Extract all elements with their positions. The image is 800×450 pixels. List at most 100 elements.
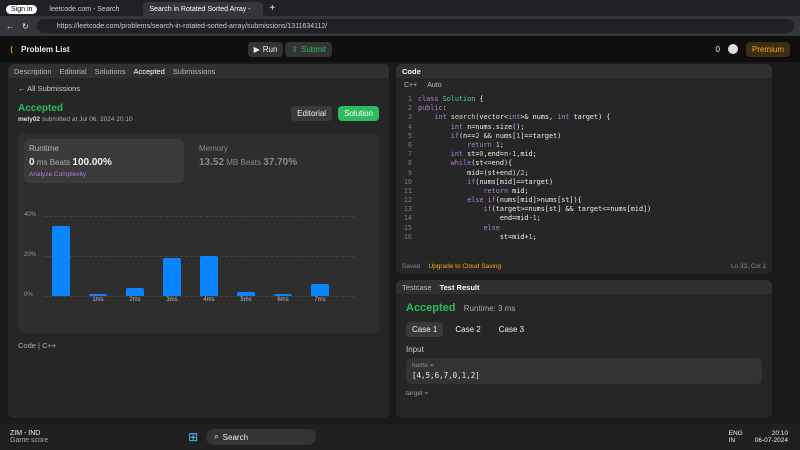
all-submissions-link[interactable]: ← All Submissions bbox=[18, 84, 379, 93]
clock-time[interactable]: 20:10 bbox=[755, 430, 788, 437]
new-tab-icon[interactable]: + bbox=[269, 3, 275, 14]
saved-status: Saved bbox=[402, 263, 421, 270]
code-line[interactable]: 2 public: bbox=[396, 104, 772, 113]
left-tab-bar: Description Editorial Solutions Accepted… bbox=[8, 64, 389, 78]
sign-in-label: Sign in bbox=[6, 4, 38, 14]
weather-sub: Game score bbox=[10, 437, 49, 444]
result-tab-bar: Testcase Test Result bbox=[396, 280, 772, 294]
tab-testcase[interactable]: Testcase bbox=[402, 283, 432, 292]
runtime-bar[interactable] bbox=[163, 258, 181, 296]
submitted-time: submitted at Jul 06, 2024 20:10 bbox=[41, 116, 133, 123]
nums-value: [4,5,6,7,0,1,2] bbox=[412, 371, 480, 380]
code-line[interactable]: 15 else bbox=[396, 224, 772, 233]
tab-accepted[interactable]: Accepted bbox=[133, 67, 164, 76]
tab-description[interactable]: Description bbox=[14, 67, 52, 76]
reload-icon[interactable]: ↻ bbox=[22, 22, 29, 31]
leetcode-toolbar: ⟨ Problem List ▶ Run ⇪ Submit 0 Premium bbox=[0, 36, 800, 62]
submit-label: Submit bbox=[301, 44, 327, 54]
all-subs-label: All Submissions bbox=[27, 84, 81, 93]
weather-title[interactable]: ZIM - IND bbox=[10, 430, 48, 437]
y-tick-label: 0% bbox=[24, 292, 33, 298]
code-line[interactable]: 12 else if(nums[mid]>nums[st]){ bbox=[396, 196, 772, 205]
run-button[interactable]: ▶ Run bbox=[247, 41, 284, 57]
code-line[interactable]: 8 while(st<=end){ bbox=[396, 159, 772, 168]
code-line[interactable]: 6 return 1; bbox=[396, 141, 772, 150]
code-language: C++ bbox=[42, 341, 57, 350]
y-tick-label: 40% bbox=[24, 212, 37, 218]
case-2-tab[interactable]: Case 2 bbox=[449, 322, 486, 337]
tab-problem[interactable]: Search in Rotated Sorted Array - bbox=[143, 2, 264, 16]
tab-label: leetcode.com - Search bbox=[49, 5, 120, 13]
language-select[interactable]: C++ bbox=[404, 82, 417, 89]
auto-toggle[interactable]: Auto bbox=[427, 82, 441, 89]
runtime-label: Runtime bbox=[29, 144, 59, 153]
code-line[interactable]: 16 st=mid+1; bbox=[396, 233, 772, 242]
runtime-bar[interactable] bbox=[200, 256, 218, 296]
runtime-bar[interactable] bbox=[311, 284, 329, 296]
code-line[interactable]: 1 class Solution { bbox=[396, 95, 772, 104]
runtime-bar[interactable] bbox=[237, 292, 255, 296]
runtime-beats: 100.00% bbox=[72, 157, 112, 168]
tab-editorial[interactable]: Editorial bbox=[60, 67, 87, 76]
windows-start-icon[interactable]: ⊞ bbox=[188, 430, 198, 444]
runtime-bar[interactable] bbox=[274, 294, 292, 296]
x-tick-label: 3ms bbox=[166, 297, 178, 303]
stats-card: Runtime 0 ms Beats 100.00% Analyze Compl… bbox=[18, 133, 379, 333]
runtime-bar[interactable] bbox=[126, 288, 144, 296]
runtime-bar[interactable] bbox=[52, 226, 70, 296]
code-line[interactable]: 4 int n=nums.size(); bbox=[396, 123, 772, 132]
upgrade-link[interactable]: Upgrade to Cloud Saving bbox=[428, 263, 501, 270]
tab-leetcode-search[interactable]: leetcode.com - Search bbox=[43, 2, 143, 16]
x-tick-label: 7ms bbox=[314, 297, 326, 303]
tab-solutions[interactable]: Solutions bbox=[95, 67, 126, 76]
submission-panel: Description Editorial Solutions Accepted… bbox=[8, 64, 389, 418]
run-label: Run bbox=[262, 44, 278, 54]
analyze-link[interactable]: Analyze Complexity bbox=[29, 171, 179, 178]
tab-test-result[interactable]: Test Result bbox=[440, 283, 480, 292]
code-line[interactable]: 11 return mid; bbox=[396, 187, 772, 196]
tab-submissions[interactable]: Submissions bbox=[173, 67, 216, 76]
result-runtime: Runtime: 3 ms bbox=[463, 304, 516, 313]
clock-date: 06-07-2024 bbox=[754, 437, 788, 444]
fire-count: 0 bbox=[715, 44, 720, 54]
test-result-panel: Testcase Test Result Accepted Runtime: 3… bbox=[396, 280, 772, 418]
username[interactable]: mely02 bbox=[18, 116, 40, 123]
code-editor[interactable]: 1 class Solution {2 public: 3 int search(ve… bbox=[396, 93, 772, 242]
memory-label: Memory bbox=[199, 144, 228, 153]
submit-button[interactable]: ⇪ Submit bbox=[285, 41, 333, 57]
x-tick-label: 1ms bbox=[92, 297, 104, 303]
x-tick-label: 6ms bbox=[277, 297, 289, 303]
search-label: Search bbox=[222, 432, 249, 442]
code-line[interactable]: 3 int search(vector<int>& nums, int targ… bbox=[396, 113, 772, 122]
back-icon[interactable]: ← bbox=[6, 22, 14, 31]
case-3-tab[interactable]: Case 3 bbox=[493, 322, 530, 337]
input-label: Input bbox=[406, 345, 424, 354]
premium-button[interactable]: Premium bbox=[745, 41, 790, 57]
lang-indicator[interactable]: ENG bbox=[729, 430, 743, 437]
avatar[interactable] bbox=[727, 44, 738, 54]
solution-button[interactable]: Solution bbox=[338, 105, 379, 121]
url-field[interactable]: https://leetcode.com/problems/search-in-… bbox=[36, 19, 794, 33]
memory-unit: MB bbox=[226, 158, 239, 167]
case-1-tab[interactable]: Case 1 bbox=[406, 322, 444, 337]
runtime-bar[interactable] bbox=[89, 294, 107, 296]
grid-line bbox=[44, 296, 354, 297]
code-title: Code bbox=[402, 66, 421, 76]
code-line[interactable]: 10 if(nums[mid]==target) bbox=[396, 178, 772, 187]
beats-label: Beats bbox=[49, 158, 71, 167]
cursor-position: Ln 33, Col 1 bbox=[730, 263, 766, 270]
lang-region: IN bbox=[728, 437, 736, 444]
code-line[interactable]: 7 int st=0,end=n-1,mid; bbox=[396, 150, 772, 159]
code-line[interactable]: 14 end=mid-1; bbox=[396, 214, 772, 223]
code-line[interactable]: 9 mid=(st+end)/2; bbox=[396, 169, 772, 178]
grid-line bbox=[44, 256, 354, 257]
address-bar-row: ← ↻ https://leetcode.com/problems/search… bbox=[0, 16, 800, 36]
editorial-button[interactable]: Editorial bbox=[291, 105, 333, 121]
leetcode-logo-icon[interactable]: ⟨ bbox=[10, 45, 13, 54]
problem-list-link[interactable]: Problem List bbox=[21, 45, 69, 54]
code-line[interactable]: 5 if(n==2 && nums[1]==target) bbox=[396, 132, 772, 141]
memory-beats-label: Beats bbox=[240, 158, 261, 167]
tab-sign-in[interactable]: Sign in bbox=[0, 2, 43, 16]
code-line[interactable]: 13 if(target>=nums[st] && target<=nums[m… bbox=[396, 205, 772, 214]
taskbar-search[interactable]: ⌕ Search bbox=[206, 429, 317, 445]
